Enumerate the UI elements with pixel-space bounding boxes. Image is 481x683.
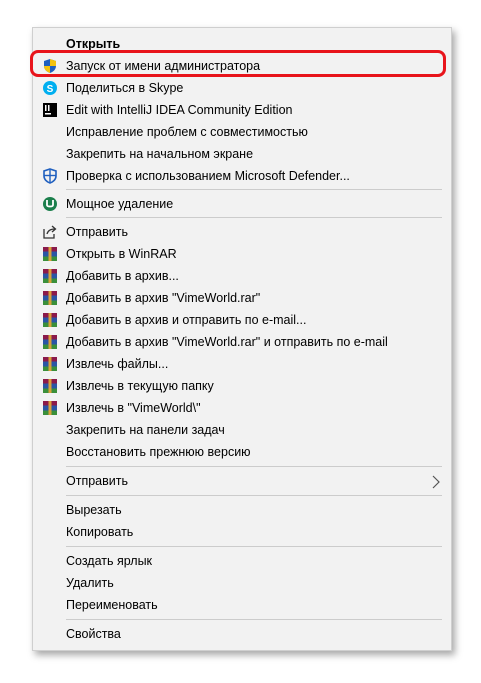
- menu-item-label: Мощное удаление: [66, 197, 174, 211]
- menu-item-add-to-archive[interactable]: Добавить в архив...: [33, 265, 451, 287]
- menu-item-extract-here[interactable]: Извлечь в текущую папку: [33, 375, 451, 397]
- skype-icon: S: [42, 80, 58, 96]
- menu-item-extract-to-vimeworld[interactable]: Извлечь в "VimeWorld\": [33, 397, 451, 419]
- menu-item-send-to[interactable]: Отправить: [33, 470, 451, 492]
- menu-item-label: Копировать: [66, 525, 134, 539]
- menu-item-open-winrar[interactable]: Открыть в WinRAR: [33, 243, 451, 265]
- menu-item-label: Создать ярлык: [66, 554, 153, 568]
- menu-item-label: Запуск от имени администратора: [66, 59, 261, 73]
- menu-item-restore-previous-version[interactable]: Восстановить прежнюю версию: [33, 441, 451, 463]
- menu-item-run-as-admin[interactable]: Запуск от имени администратора: [33, 55, 451, 77]
- menu-item-label: Извлечь в "VimeWorld\": [66, 401, 201, 415]
- menu-item-label: Свойства: [66, 627, 121, 641]
- menu-item-label: Проверка с использованием Microsoft Defe…: [66, 169, 350, 183]
- menu-item-label: Извлечь файлы...: [66, 357, 169, 371]
- menu-item-uninstall[interactable]: Мощное удаление: [33, 193, 451, 215]
- menu-item-label: Удалить: [66, 576, 114, 590]
- menu-item-add-to-vimeworld-rar[interactable]: Добавить в архив "VimeWorld.rar": [33, 287, 451, 309]
- menu-separator: [66, 189, 442, 190]
- uninstaller-icon: [42, 196, 58, 212]
- menu-item-extract-files[interactable]: Извлечь файлы...: [33, 353, 451, 375]
- menu-item-label: Отправить: [66, 225, 128, 239]
- menu-item-rename[interactable]: Переименовать: [33, 594, 451, 616]
- menu-separator: [66, 217, 442, 218]
- menu-item-label: Открыть: [66, 37, 121, 51]
- menu-item-add-and-email[interactable]: Добавить в архив и отправить по e-mail..…: [33, 309, 451, 331]
- menu-item-label: Исправление проблем с совместимостью: [66, 125, 308, 139]
- intellij-icon: [42, 102, 58, 118]
- share-icon: [42, 224, 58, 240]
- menu-item-cut[interactable]: Вырезать: [33, 499, 451, 521]
- winrar-icon: [42, 400, 58, 416]
- menu-item-label: Извлечь в текущую папку: [66, 379, 214, 393]
- winrar-icon: [42, 290, 58, 306]
- svg-text:S: S: [47, 84, 54, 95]
- menu-separator: [66, 619, 442, 620]
- menu-item-copy[interactable]: Копировать: [33, 521, 451, 543]
- menu-item-share-skype[interactable]: S Поделиться в Skype: [33, 77, 451, 99]
- menu-item-label: Добавить в архив и отправить по e-mail..…: [66, 313, 307, 327]
- menu-separator: [66, 466, 442, 467]
- menu-item-create-shortcut[interactable]: Создать ярлык: [33, 550, 451, 572]
- winrar-icon: [42, 334, 58, 350]
- context-menu: Открыть Запуск от имени администратора S…: [32, 27, 452, 651]
- winrar-icon: [42, 312, 58, 328]
- menu-item-label: Добавить в архив...: [66, 269, 179, 283]
- menu-item-label: Поделиться в Skype: [66, 81, 184, 95]
- menu-item-troubleshoot-compatibility[interactable]: Исправление проблем с совместимостью: [33, 121, 451, 143]
- menu-item-label: Закрепить на панели задач: [66, 423, 225, 437]
- menu-item-add-vimeworld-and-email[interactable]: Добавить в архив "VimeWorld.rar" и отпра…: [33, 331, 451, 353]
- menu-item-label: Закрепить на начальном экране: [66, 147, 254, 161]
- menu-item-open[interactable]: Открыть: [33, 33, 451, 55]
- menu-item-label: Отправить: [66, 474, 128, 488]
- menu-item-label: Вырезать: [66, 503, 122, 517]
- menu-item-label: Добавить в архив "VimeWorld.rar": [66, 291, 261, 305]
- menu-item-label: Добавить в архив "VimeWorld.rar" и отпра…: [66, 335, 388, 349]
- menu-item-properties[interactable]: Свойства: [33, 623, 451, 645]
- winrar-icon: [42, 268, 58, 284]
- menu-item-label: Открыть в WinRAR: [66, 247, 177, 261]
- menu-item-label: Edit with IntelliJ IDEA Community Editio…: [66, 103, 293, 117]
- menu-item-scan-defender[interactable]: Проверка с использованием Microsoft Defe…: [33, 165, 451, 187]
- menu-item-label: Переименовать: [66, 598, 158, 612]
- winrar-icon: [42, 356, 58, 372]
- menu-separator: [66, 546, 442, 547]
- menu-item-pin-to-start[interactable]: Закрепить на начальном экране: [33, 143, 451, 165]
- menu-separator: [66, 495, 442, 496]
- menu-item-delete[interactable]: Удалить: [33, 572, 451, 594]
- defender-icon: [42, 168, 58, 184]
- menu-item-label: Восстановить прежнюю версию: [66, 445, 251, 459]
- chevron-right-icon: [431, 474, 441, 489]
- uac-shield-icon: [42, 58, 58, 74]
- menu-item-edit-intellij[interactable]: Edit with IntelliJ IDEA Community Editio…: [33, 99, 451, 121]
- winrar-icon: [42, 378, 58, 394]
- menu-item-share[interactable]: Отправить: [33, 221, 451, 243]
- menu-item-pin-to-taskbar[interactable]: Закрепить на панели задач: [33, 419, 451, 441]
- winrar-icon: [42, 246, 58, 262]
